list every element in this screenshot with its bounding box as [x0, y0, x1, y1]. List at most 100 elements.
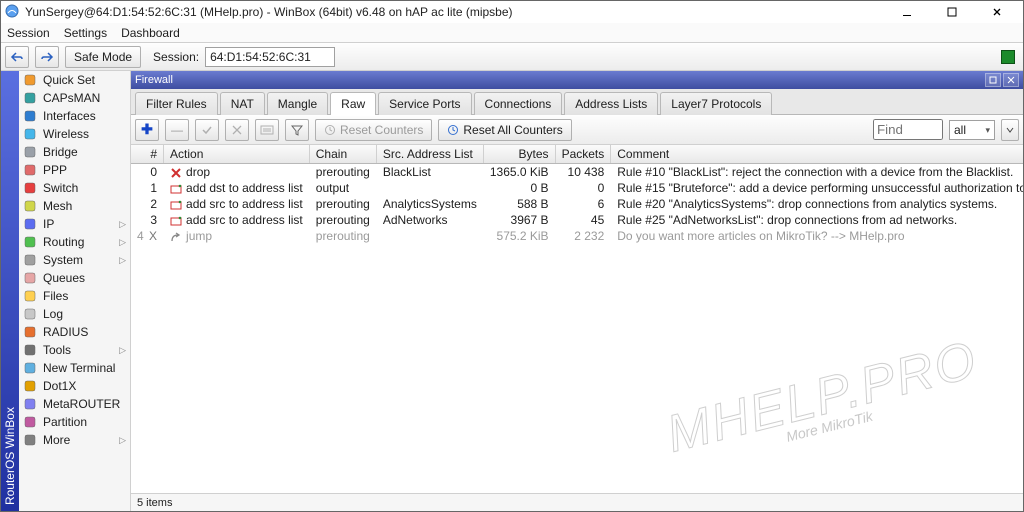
sidebar-item-label: Interfaces	[43, 109, 96, 123]
tab-layer7-protocols[interactable]: Layer7 Protocols	[660, 92, 772, 115]
tab-nat[interactable]: NAT	[220, 92, 265, 115]
window-maximize-button[interactable]	[929, 1, 974, 23]
sidebar-icon	[23, 181, 37, 195]
window-close-button[interactable]	[974, 1, 1019, 23]
menu-session[interactable]: Session	[7, 26, 50, 40]
add-button[interactable]: ✚	[135, 119, 159, 141]
chevron-right-icon: ▷	[119, 435, 126, 446]
panel-restore-button[interactable]	[985, 73, 1001, 87]
tab-filter-rules[interactable]: Filter Rules	[135, 92, 218, 115]
panel-close-button[interactable]	[1003, 73, 1019, 87]
sidebar-icon	[23, 235, 37, 249]
menu-dashboard[interactable]: Dashboard	[121, 26, 180, 40]
sidebar-icon	[23, 325, 37, 339]
sidebar-item-log[interactable]: Log	[19, 305, 130, 323]
sidebar-item-label: New Terminal	[43, 361, 115, 375]
sidebar-item-label: Bridge	[43, 145, 78, 159]
enable-button[interactable]	[195, 119, 219, 141]
sidebar-item-mesh[interactable]: Mesh	[19, 197, 130, 215]
sidebar-item-bridge[interactable]: Bridge	[19, 143, 130, 161]
table-row[interactable]: 3add src to address listpreroutingAdNetw…	[131, 212, 1023, 228]
tab-mangle[interactable]: Mangle	[267, 92, 328, 115]
sidebar-item-interfaces[interactable]: Interfaces	[19, 107, 130, 125]
redo-button[interactable]	[35, 46, 59, 68]
sidebar-item-metarouter[interactable]: MetaROUTER	[19, 395, 130, 413]
column-filter-select[interactable]: all	[949, 120, 995, 140]
jump-icon	[170, 231, 182, 243]
sidebar-icon	[23, 361, 37, 375]
sidebar-item-routing[interactable]: Routing▷	[19, 233, 130, 251]
sidebar-item-label: Quick Set	[43, 73, 95, 87]
column-header[interactable]: #	[131, 145, 164, 164]
session-field[interactable]: 64:D1:54:52:6C:31	[205, 47, 335, 67]
sidebar-item-capsman[interactable]: CAPsMAN	[19, 89, 130, 107]
app-icon	[5, 4, 19, 21]
menu-settings[interactable]: Settings	[64, 26, 107, 40]
tab-address-lists[interactable]: Address Lists	[564, 92, 658, 115]
sidebar-icon	[23, 271, 37, 285]
drop-icon	[170, 167, 182, 179]
titlebar: YunSergey@64:D1:54:52:6C:31 (MHelp.pro) …	[1, 1, 1023, 23]
filter-dropdown-button[interactable]	[1001, 119, 1019, 141]
sidebar-item-dot1x[interactable]: Dot1X	[19, 377, 130, 395]
sidebar-item-radius[interactable]: RADIUS	[19, 323, 130, 341]
tab-raw[interactable]: Raw	[330, 92, 376, 115]
sidebar-item-queues[interactable]: Queues	[19, 269, 130, 287]
sidebar-icon	[23, 217, 37, 231]
sidebar-item-tools[interactable]: Tools▷	[19, 341, 130, 359]
sidebar-item-label: Queues	[43, 271, 85, 285]
sidebar-item-label: Files	[43, 289, 68, 303]
sidebar-item-new-terminal[interactable]: New Terminal	[19, 359, 130, 377]
rules-table: #ActionChainSrc. Address ListBytesPacket…	[131, 145, 1023, 493]
watermark: MHELP.PRO More MikroTik	[663, 336, 986, 470]
panel-header: Firewall	[131, 71, 1023, 89]
column-header[interactable]: Packets	[555, 145, 611, 164]
sidebar-item-ip[interactable]: IP▷	[19, 215, 130, 233]
sidebar-item-label: Switch	[43, 181, 78, 195]
filter-button[interactable]	[285, 119, 309, 141]
tab-service-ports[interactable]: Service Ports	[378, 92, 471, 115]
sidebar-item-system[interactable]: System▷	[19, 251, 130, 269]
menubar: Session Settings Dashboard	[1, 23, 1023, 43]
tab-toolbar: ✚ — Reset Counters Reset All Counters al…	[131, 115, 1023, 145]
table-row[interactable]: 0droppreroutingBlackList1365.0 KiB10 438…	[131, 164, 1023, 181]
column-header[interactable]: Src. Address List	[376, 145, 483, 164]
sidebar-item-label: Tools	[43, 343, 71, 357]
column-header[interactable]: Comment	[611, 145, 1023, 164]
comment-button[interactable]	[255, 119, 279, 141]
branding-label: RouterOS WinBox	[3, 401, 17, 511]
toolbar: Safe Mode Session: 64:D1:54:52:6C:31	[1, 43, 1023, 71]
sidebar-item-files[interactable]: Files	[19, 287, 130, 305]
reset-all-counters-button[interactable]: Reset All Counters	[438, 119, 571, 141]
column-header[interactable]: Action	[164, 145, 310, 164]
disable-button[interactable]	[225, 119, 249, 141]
sidebar-item-wireless[interactable]: Wireless	[19, 125, 130, 143]
remove-button[interactable]: —	[165, 119, 189, 141]
statusbar: 5 items	[131, 493, 1023, 511]
undo-button[interactable]	[5, 46, 29, 68]
sidebar-item-switch[interactable]: Switch	[19, 179, 130, 197]
sidebar-item-quick-set[interactable]: Quick Set	[19, 71, 130, 89]
column-header[interactable]: Chain	[309, 145, 376, 164]
sidebar-item-label: Dot1X	[43, 379, 76, 393]
sidebar-icon	[23, 163, 37, 177]
sidebar-icon	[23, 307, 37, 321]
table-row[interactable]: 4 Xjumpprerouting575.2 KiB2 232Do you wa…	[131, 228, 1023, 244]
branding-strip: RouterOS WinBox	[1, 71, 19, 511]
sidebar-item-partition[interactable]: Partition	[19, 413, 130, 431]
safe-mode-button[interactable]: Safe Mode	[65, 46, 141, 68]
table-body: 0droppreroutingBlackList1365.0 KiB10 438…	[131, 164, 1023, 245]
chevron-right-icon: ▷	[119, 237, 126, 248]
sidebar-item-label: PPP	[43, 163, 67, 177]
column-header[interactable]: Bytes	[483, 145, 555, 164]
tab-connections[interactable]: Connections	[474, 92, 563, 115]
find-input[interactable]	[873, 119, 943, 140]
window-minimize-button[interactable]	[884, 1, 929, 23]
sidebar-icon	[23, 127, 37, 141]
reset-counters-button[interactable]: Reset Counters	[315, 119, 432, 141]
sidebar-item-ppp[interactable]: PPP	[19, 161, 130, 179]
table-row[interactable]: 1add dst to address listoutput0 B0Rule #…	[131, 180, 1023, 196]
sidebar-item-label: CAPsMAN	[43, 91, 100, 105]
table-row[interactable]: 2add src to address listpreroutingAnalyt…	[131, 196, 1023, 212]
sidebar-item-more[interactable]: More▷	[19, 431, 130, 449]
